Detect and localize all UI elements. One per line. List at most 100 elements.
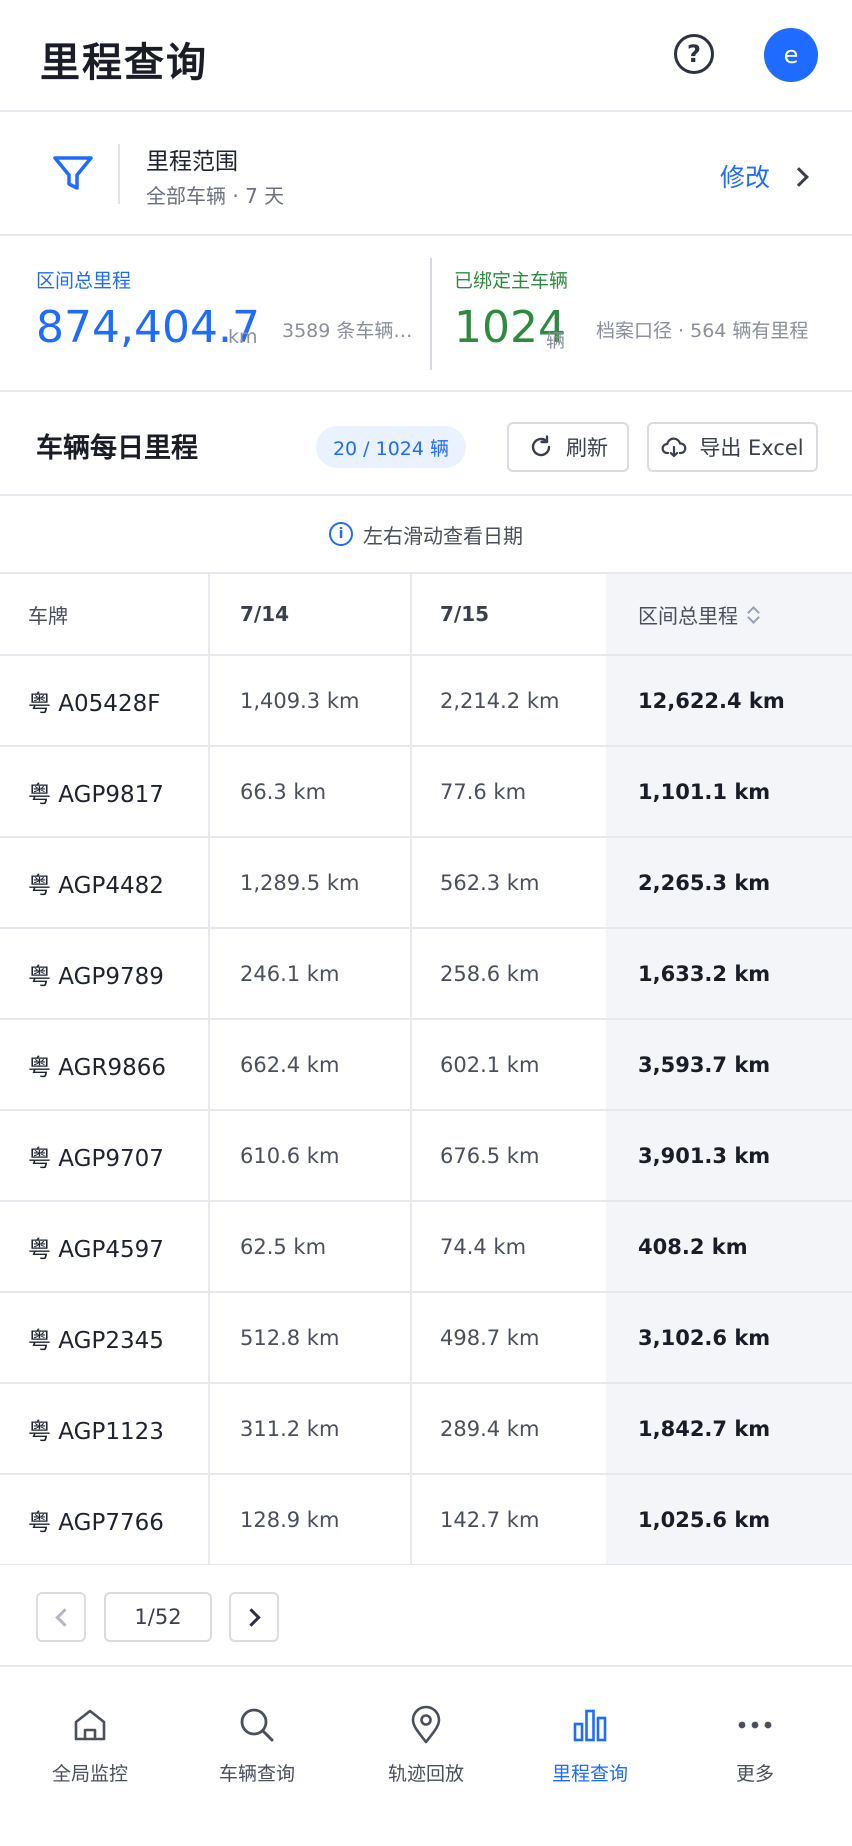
nav-item-label: 轨迹回放 <box>387 1763 464 1785</box>
total-cell: 1,025.6 km <box>606 1475 852 1564</box>
chevron-right-icon <box>241 1607 261 1627</box>
day-2-cell: 676.5 km <box>440 1143 540 1168</box>
bound-vehicles-unit: 辆 <box>546 330 566 352</box>
bound-vehicles-note: 档案口径 · 564 辆有里程 <box>596 320 809 342</box>
scroll-hint: i 左右滑动查看日期 <box>0 496 852 574</box>
mileage-table: 车牌 7/14 7/15 区间总里程 粤 A05428F 1,409.3 km … <box>0 574 852 1566</box>
column-header-total-label: 区间总里程 <box>638 603 738 628</box>
app-header: 里程查询 ? e <box>0 0 852 112</box>
filter-subtitle: 全部车辆 · 7 天 <box>146 184 285 208</box>
export-excel-button[interactable]: 导出 Excel <box>647 422 818 472</box>
total-cell: 1,633.2 km <box>606 929 852 1018</box>
table-row[interactable]: 粤 AGP2345 512.8 km 498.7 km 3,102.6 km <box>0 1293 852 1384</box>
day-2-cell: 289.4 km <box>440 1416 540 1441</box>
table-row[interactable]: 粤 AGP4482 1,289.5 km 562.3 km 2,265.3 km <box>0 838 852 929</box>
help-icon[interactable]: ? <box>674 34 714 74</box>
location-pin-icon <box>411 1705 441 1744</box>
nav-item-track-playback[interactable]: 轨迹回放 <box>341 1705 511 1786</box>
plate-cell: 粤 AGR9866 <box>0 1020 210 1109</box>
day-1-cell: 246.1 km <box>210 929 412 1018</box>
table-row[interactable]: 粤 AGP1123 311.2 km 289.4 km 1,842.7 km <box>0 1384 852 1475</box>
plate-cell: 粤 AGP1123 <box>0 1384 210 1473</box>
total-mileage-unit: km <box>228 326 258 348</box>
column-header-total[interactable]: 区间总里程 <box>606 574 852 654</box>
nav-item-label: 更多 <box>735 1763 774 1785</box>
daily-mileage-toolbar: 车辆每日里程 20 / 1024 辆 刷新 导出 Excel <box>0 392 852 496</box>
divider <box>118 144 120 204</box>
day-2-cell: 498.7 km <box>440 1325 540 1350</box>
filter-icon <box>53 156 93 190</box>
plate-cell: 粤 AGP7766 <box>0 1475 210 1564</box>
day-1-cell: 311.2 km <box>210 1384 412 1473</box>
nav-item-label: 里程查询 <box>551 1763 628 1785</box>
day-1-cell: 610.6 km <box>210 1111 412 1200</box>
nav-item-more[interactable]: 更多 <box>670 1705 840 1786</box>
nav-item-mileage-query[interactable]: 里程查询 <box>505 1705 675 1786</box>
table-row[interactable]: 粤 AGP9789 246.1 km 258.6 km 1,633.2 km <box>0 929 852 1020</box>
filter-bar[interactable]: 里程范围 全部车辆 · 7 天 修改 <box>0 112 852 236</box>
nav-item-vehicle-search[interactable]: 车辆查询 <box>172 1705 342 1786</box>
scroll-hint-text: 左右滑动查看日期 <box>363 523 523 548</box>
home-icon <box>74 1709 106 1741</box>
refresh-button[interactable]: 刷新 <box>507 422 629 472</box>
day-2-cell: 2,214.2 km <box>440 688 560 713</box>
edit-filter-label: 修改 <box>720 163 771 192</box>
plate-cell: 粤 AGP4597 <box>0 1202 210 1291</box>
edit-filter-button[interactable]: 修改 <box>720 158 809 194</box>
plate-cell: 粤 AGP9789 <box>0 929 210 1018</box>
column-header-day-2: 7/15 <box>440 602 490 626</box>
section-title: 车辆每日里程 <box>36 433 198 464</box>
sort-icon[interactable] <box>748 605 760 623</box>
day-2-cell: 562.3 km <box>440 870 540 895</box>
bottom-nav: 全局监控 车辆查询 轨迹回放 里程查询 更多 <box>0 1667 852 1846</box>
page-title: 里程查询 <box>40 40 208 86</box>
cloud-download-icon <box>661 437 687 458</box>
day-2-cell: 142.7 km <box>440 1507 540 1532</box>
nav-item-label: 车辆查询 <box>218 1763 295 1785</box>
next-page-button[interactable] <box>229 1592 279 1642</box>
table-row[interactable]: 粤 AGP9707 610.6 km 676.5 km 3,901.3 km <box>0 1111 852 1202</box>
filter-title: 里程范围 <box>146 149 238 175</box>
day-2-cell: 602.1 km <box>440 1052 540 1077</box>
nav-item-label: 全局监控 <box>51 1763 128 1785</box>
total-cell: 12,622.4 km <box>606 656 852 745</box>
vehicle-count-badge: 20 / 1024 辆 <box>316 426 466 468</box>
total-mileage-note: 3589 条车辆… <box>282 320 413 342</box>
nav-item-global-monitor[interactable]: 全局监控 <box>5 1705 175 1786</box>
chevron-left-icon <box>54 1607 74 1627</box>
day-1-cell: 1,409.3 km <box>210 656 412 745</box>
table-row[interactable]: 粤 AGP9817 66.3 km 77.6 km 1,101.1 km <box>0 747 852 838</box>
table-row[interactable]: 粤 AGP7766 128.9 km 142.7 km 1,025.6 km <box>0 1475 852 1566</box>
day-1-cell: 128.9 km <box>210 1475 412 1564</box>
stats-panel: 区间总里程 874,404.7 km 3589 条车辆… 已绑定主车辆 1024… <box>0 236 852 392</box>
total-cell: 3,593.7 km <box>606 1020 852 1109</box>
column-header-day-1: 7/14 <box>210 574 412 654</box>
refresh-label: 刷新 <box>566 436 608 460</box>
day-1-cell: 512.8 km <box>210 1293 412 1382</box>
day-2-cell: 77.6 km <box>440 779 527 804</box>
chevron-right-icon <box>789 167 809 187</box>
avatar[interactable]: e <box>764 28 818 82</box>
plate-cell: 粤 A05428F <box>0 656 210 745</box>
divider <box>430 258 432 370</box>
plate-cell: 粤 AGP9707 <box>0 1111 210 1200</box>
more-dots-icon <box>738 1721 772 1729</box>
day-2-cell: 74.4 km <box>440 1234 527 1259</box>
column-header-plate: 车牌 <box>0 574 210 654</box>
bar-chart-icon <box>573 1709 607 1742</box>
plate-cell: 粤 AGP4482 <box>0 838 210 927</box>
table-row[interactable]: 粤 AGR9866 662.4 km 602.1 km 3,593.7 km <box>0 1020 852 1111</box>
total-mileage-value: 874,404.7 <box>36 302 260 353</box>
prev-page-button[interactable] <box>36 1592 86 1642</box>
total-cell: 408.2 km <box>606 1202 852 1291</box>
total-cell: 1,101.1 km <box>606 747 852 836</box>
info-icon: i <box>329 522 353 546</box>
day-1-cell: 62.5 km <box>210 1202 412 1291</box>
table-row[interactable]: 粤 A05428F 1,409.3 km 2,214.2 km 12,622.4… <box>0 656 852 747</box>
day-1-cell: 66.3 km <box>210 747 412 836</box>
day-1-cell: 662.4 km <box>210 1020 412 1109</box>
search-icon <box>240 1708 274 1742</box>
refresh-icon <box>531 435 551 457</box>
bound-vehicles-label: 已绑定主车辆 <box>454 270 569 292</box>
table-row[interactable]: 粤 AGP4597 62.5 km 74.4 km 408.2 km <box>0 1202 852 1293</box>
